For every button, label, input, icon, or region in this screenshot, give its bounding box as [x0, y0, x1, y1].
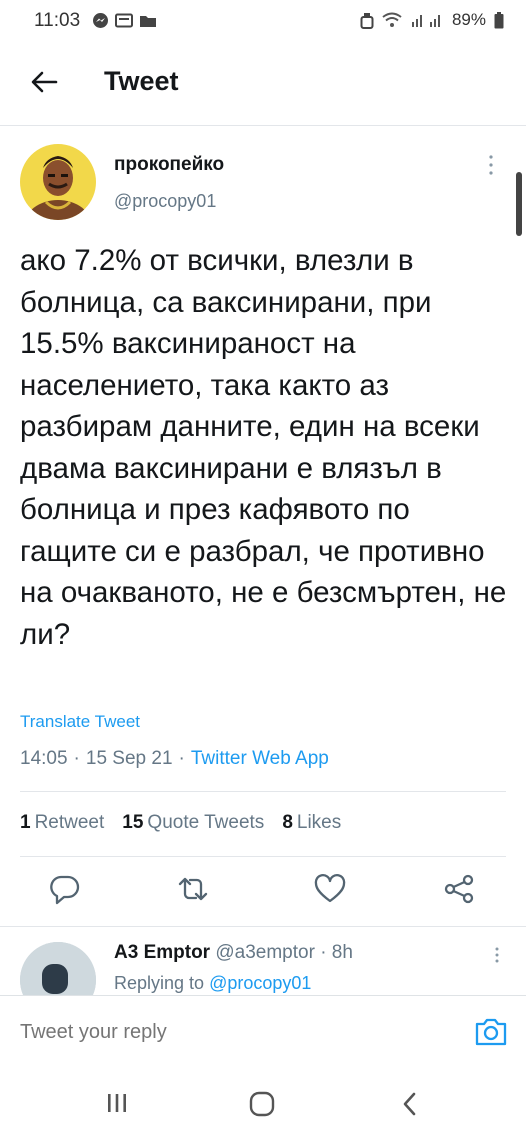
recent-apps-icon[interactable] — [104, 1090, 130, 1116]
tweet-time: 14:05 — [20, 748, 68, 769]
quotes-label: Quote Tweets — [147, 812, 265, 833]
reply-author-handle: @a3emptor — [215, 942, 315, 963]
replying-to: Replying to @procopy01 — [114, 973, 311, 994]
status-time: 11:03 — [34, 10, 81, 31]
author-handle[interactable]: @procopy01 — [114, 191, 216, 212]
signal-icon — [411, 15, 440, 27]
tweet-text: ако 7.2% от всички, влезли в болница, са… — [20, 244, 507, 651]
replying-handle-link[interactable]: @procopy01 — [209, 973, 311, 993]
status-right: 89% — [360, 10, 504, 30]
folder-icon — [140, 16, 156, 27]
retweet-icon[interactable] — [176, 872, 210, 906]
avatar[interactable] — [20, 144, 96, 220]
meta-separator: · — [73, 748, 80, 769]
likes-count: 8 — [282, 812, 293, 833]
likes-label: Likes — [296, 812, 342, 833]
quotes-count: 15 — [122, 812, 144, 833]
share-icon[interactable] — [442, 872, 476, 906]
retweets-count: 1 — [20, 812, 31, 833]
battery-percent: 89% — [451, 10, 486, 29]
tweet-stats: 1 Retweet 15 Quote Tweets 8 Likes — [20, 812, 341, 834]
messenger-icon — [93, 13, 108, 28]
page-title: Tweet — [104, 66, 179, 96]
battery-icon — [494, 11, 504, 28]
alarm-icon — [360, 12, 374, 29]
tweet-meta: 14:05 · 15 Sep 21 · Twitter Web App — [20, 748, 329, 770]
meta-separator: · — [178, 748, 185, 769]
tweet-date: 15 Sep 21 — [85, 748, 173, 769]
reply-more-options-icon[interactable] — [494, 946, 500, 964]
quote-tweets-stat[interactable]: 15 Quote Tweets — [122, 812, 264, 834]
home-icon[interactable] — [248, 1090, 276, 1118]
reply-input[interactable] — [20, 1021, 420, 1044]
reply-author[interactable]: A3 Emptor @a3emptor · 8h — [114, 942, 353, 964]
reply-time: · 8h — [320, 942, 353, 963]
actions-divider — [0, 926, 526, 927]
meta-divider — [20, 791, 506, 792]
avatar-image — [20, 144, 96, 220]
header-divider — [0, 125, 526, 126]
stats-divider — [20, 856, 506, 857]
arrow-left-icon[interactable] — [28, 66, 60, 98]
likes-stat[interactable]: 8 Likes — [282, 812, 341, 834]
retweets-stat[interactable]: 1 Retweet — [20, 812, 104, 834]
author-name[interactable]: прокопейко — [114, 154, 224, 176]
tweet-source-link[interactable]: Twitter Web App — [191, 748, 329, 770]
camera-icon[interactable] — [474, 1016, 508, 1048]
more-options-icon[interactable] — [488, 154, 494, 176]
like-icon[interactable] — [313, 872, 347, 906]
retweets-label: Retweet — [34, 812, 105, 833]
wifi-icon — [382, 12, 402, 27]
translate-tweet-link[interactable]: Translate Tweet — [20, 712, 140, 732]
scrollbar[interactable] — [516, 172, 522, 236]
status-notification-icons — [92, 12, 157, 29]
reply-author-name: A3 Emptor — [114, 942, 211, 963]
replying-prefix: Replying to — [114, 973, 205, 993]
back-nav-icon[interactable] — [398, 1090, 422, 1118]
screen-icon — [115, 13, 133, 28]
reply-icon[interactable] — [48, 872, 82, 906]
